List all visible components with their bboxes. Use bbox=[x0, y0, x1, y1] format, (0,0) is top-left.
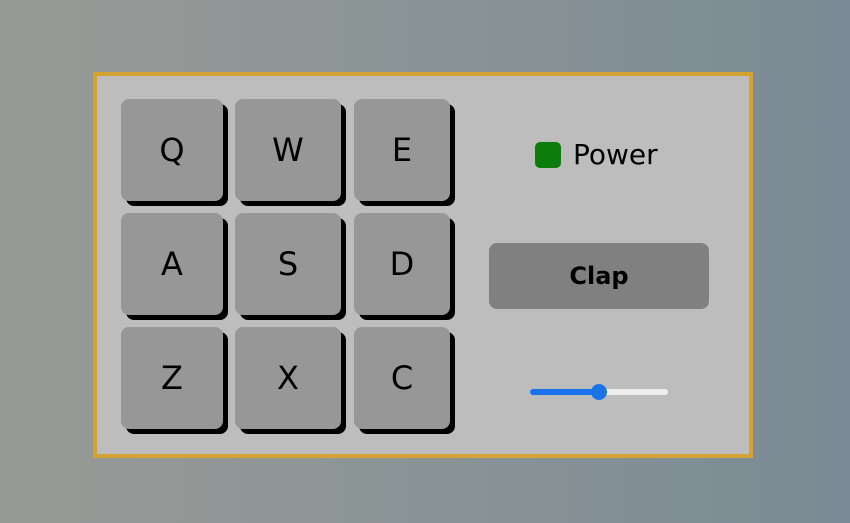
power-toggle[interactable]: Power bbox=[535, 138, 658, 171]
drum-pad-c[interactable]: C bbox=[354, 327, 450, 429]
drum-machine: Q W E A S D Z X C Power Clap bbox=[93, 72, 753, 458]
power-label: Power bbox=[573, 138, 658, 171]
drum-pad-z[interactable]: Z bbox=[121, 327, 223, 429]
volume-slider[interactable] bbox=[530, 383, 668, 401]
drum-pad-a[interactable]: A bbox=[121, 213, 223, 315]
volume-thumb[interactable] bbox=[591, 384, 607, 400]
drum-pad-s[interactable]: S bbox=[235, 213, 341, 315]
drum-pad-d[interactable]: D bbox=[354, 213, 450, 315]
drum-pad-w[interactable]: W bbox=[235, 99, 341, 201]
drum-pad-q[interactable]: Q bbox=[121, 99, 223, 201]
drum-pad-e[interactable]: E bbox=[354, 99, 450, 201]
volume-fill bbox=[530, 389, 599, 395]
sound-display: Clap bbox=[489, 243, 709, 309]
power-led-icon bbox=[535, 141, 561, 168]
drum-pad-x[interactable]: X bbox=[235, 327, 341, 429]
